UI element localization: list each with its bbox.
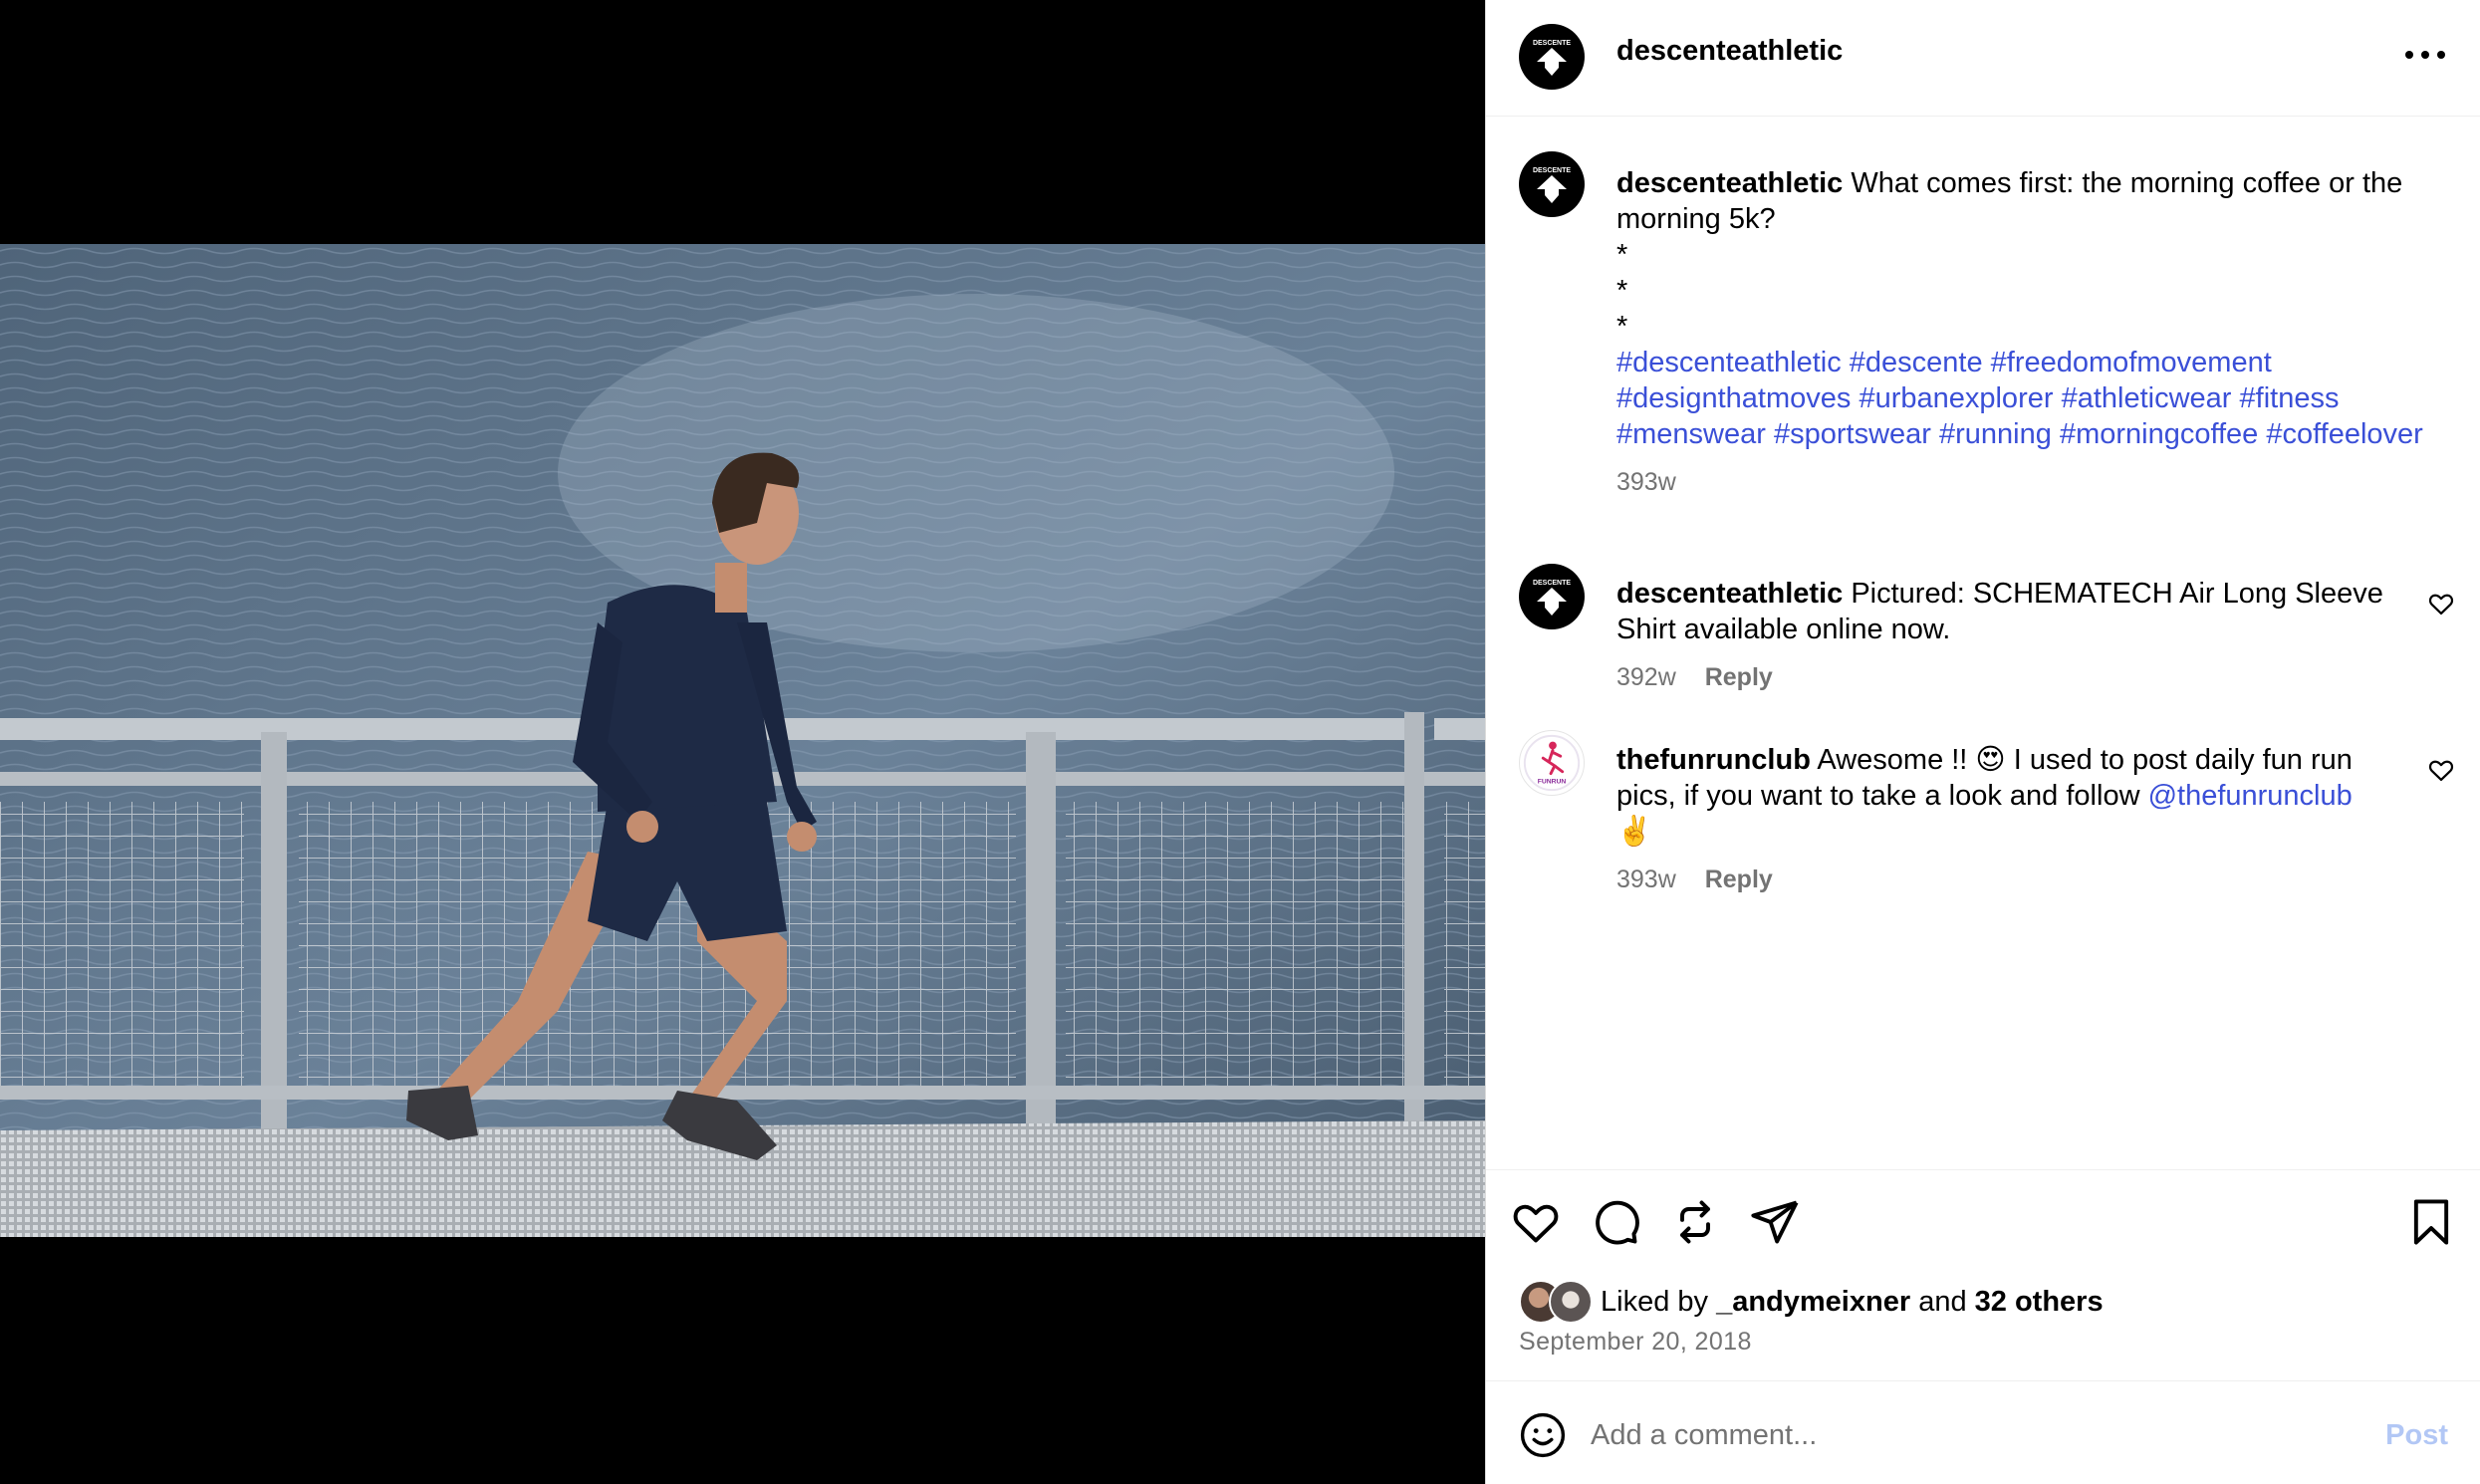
likes-joiner: and bbox=[1918, 1285, 1967, 1318]
instagram-post-view: DESCENTE descenteathletic DESCENTE desce… bbox=[0, 0, 2480, 1484]
caption-author-avatar[interactable]: DESCENTE bbox=[1519, 151, 1585, 217]
funrun-logo-label: FUNRUN bbox=[1538, 778, 1567, 785]
comment-input[interactable] bbox=[1591, 1407, 2328, 1463]
comment-composer: Post bbox=[1486, 1380, 2480, 1484]
mention-link[interactable]: @thefunrunclub bbox=[2148, 780, 2353, 812]
liker-username[interactable]: _andymeixner bbox=[1716, 1286, 1910, 1319]
hashtag-link[interactable]: #coffeelover bbox=[2266, 418, 2422, 450]
comment-meta: 392w Reply bbox=[1616, 661, 2393, 693]
post-comment-button[interactable]: Post bbox=[2385, 1419, 2448, 1452]
hashtag-link[interactable]: #urbanexplorer bbox=[1859, 382, 2053, 414]
hashtag-link[interactable]: #fitness bbox=[2240, 382, 2340, 414]
caption-meta: 393w bbox=[1616, 466, 2433, 498]
comment-body: descenteathletic Pictured: SCHEMATECH Ai… bbox=[1616, 576, 2393, 693]
caption-star: * bbox=[1616, 239, 1628, 271]
likes-prefix: Liked by bbox=[1601, 1285, 1709, 1318]
author-avatar[interactable]: DESCENTE bbox=[1519, 24, 1585, 90]
author-username[interactable]: descenteathletic bbox=[1616, 35, 1843, 68]
comment-age[interactable]: 393w bbox=[1616, 866, 1676, 893]
repost-icon[interactable] bbox=[1669, 1196, 1721, 1248]
hashtag-link[interactable]: #sportswear bbox=[1774, 418, 1931, 450]
reply-button[interactable]: Reply bbox=[1705, 866, 1773, 893]
comment-like-heart-icon[interactable] bbox=[2427, 590, 2455, 618]
hashtag-link[interactable]: #descenteathletic bbox=[1616, 347, 1842, 378]
hashtag-link[interactable]: #athleticwear bbox=[2062, 382, 2232, 414]
funrun-logo-icon: FUNRUN bbox=[1523, 734, 1581, 792]
liker-avatar bbox=[1549, 1280, 1593, 1324]
caption-username[interactable]: descenteathletic bbox=[1616, 167, 1843, 199]
hashtag-link[interactable]: #running bbox=[1939, 418, 2052, 450]
commenter-avatar[interactable]: DESCENTE bbox=[1519, 564, 1585, 629]
descente-logo-icon: DESCENTE bbox=[1533, 40, 1571, 76]
share-icon[interactable] bbox=[1749, 1196, 1801, 1248]
hashtag-link[interactable]: #designthatmoves bbox=[1616, 382, 1851, 414]
brand-mark: DESCENTE bbox=[1533, 40, 1571, 47]
comment-body: thefunrunclub Awesome !! 😍 I used to pos… bbox=[1616, 742, 2393, 895]
svg-text:DESCENTE: DESCENTE bbox=[1533, 580, 1571, 587]
post-photo[interactable] bbox=[0, 244, 1485, 1237]
likes-summary: Liked by _andymeixner and 32 others bbox=[1519, 1280, 2104, 1324]
reply-button[interactable]: Reply bbox=[1705, 663, 1773, 691]
comment-thread: DESCENTE descenteathletic What comes fir… bbox=[1486, 118, 2480, 1168]
heart-icon[interactable] bbox=[1510, 1196, 1562, 1248]
caption-age[interactable]: 393w bbox=[1616, 468, 1676, 496]
caption-star: * bbox=[1616, 311, 1628, 343]
post-side-panel: DESCENTE descenteathletic DESCENTE desce… bbox=[1485, 0, 2480, 1484]
comment-username[interactable]: thefunrunclub bbox=[1616, 744, 1811, 776]
descente-logo-icon: DESCENTE bbox=[1533, 167, 1571, 203]
liker-avatars[interactable] bbox=[1519, 1280, 1595, 1324]
commenter-avatar[interactable]: FUNRUN bbox=[1519, 730, 1585, 796]
likes-others-count[interactable]: 32 others bbox=[1975, 1286, 2104, 1319]
bookmark-icon[interactable] bbox=[2405, 1196, 2457, 1248]
comment-username[interactable]: descenteathletic bbox=[1616, 578, 1843, 610]
hashtag-link[interactable]: #menswear bbox=[1616, 418, 1766, 450]
action-bar: Liked by _andymeixner and 32 others Sept… bbox=[1486, 1169, 2480, 1380]
comment-trailing-emoji: ✌️ bbox=[1616, 816, 1653, 848]
comment-age[interactable]: 392w bbox=[1616, 663, 1676, 691]
post-header: DESCENTE descenteathletic bbox=[1486, 0, 2480, 117]
comment-like-heart-icon[interactable] bbox=[2427, 756, 2455, 784]
comment-icon[interactable] bbox=[1590, 1196, 1641, 1248]
hashtag-list: #descenteathletic #descente #freedomofmo… bbox=[1616, 345, 2433, 452]
svg-text:DESCENTE: DESCENTE bbox=[1533, 167, 1571, 174]
comment-meta: 393w Reply bbox=[1616, 864, 2393, 895]
hashtag-link[interactable]: #freedomofmovement bbox=[1991, 347, 2272, 378]
hashtag-link[interactable]: #morningcoffee bbox=[2060, 418, 2258, 450]
emoji-icon[interactable] bbox=[1519, 1411, 1567, 1459]
post-date[interactable]: September 20, 2018 bbox=[1519, 1328, 1752, 1357]
caption-body: descenteathletic What comes first: the m… bbox=[1616, 165, 2433, 498]
descente-logo-icon: DESCENTE bbox=[1533, 580, 1571, 616]
runner-photo-illustration bbox=[0, 244, 1485, 1237]
more-options-icon[interactable] bbox=[2405, 40, 2445, 70]
caption-star: * bbox=[1616, 275, 1628, 307]
media-pane bbox=[0, 0, 1485, 1484]
hashtag-link[interactable]: #descente bbox=[1850, 347, 1983, 378]
